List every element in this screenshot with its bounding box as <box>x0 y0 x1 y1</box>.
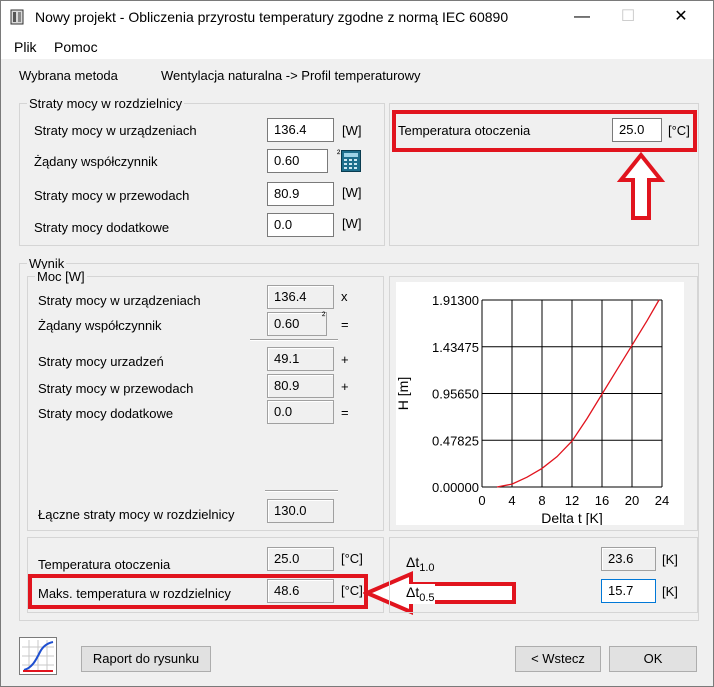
method-value: Wentylacja naturalna -> Profil temperatu… <box>161 68 421 83</box>
dt10-unit: [K] <box>662 552 678 567</box>
y-tick-label: 0.95650 <box>432 387 479 402</box>
chart-toggle-icon[interactable] <box>19 637 57 675</box>
coefficient-superscript: ² <box>337 149 341 160</box>
back-button[interactable]: < Wstecz <box>515 646 601 672</box>
wire-losses-unit: [W] <box>342 185 362 200</box>
y-tick-label: 1.43475 <box>432 340 479 355</box>
result-coefficient-value: 0.60 <box>267 312 327 336</box>
close-button[interactable]: ✕ <box>658 1 704 33</box>
x-tick-label: 12 <box>565 493 579 508</box>
temperature-profile-chart: 0 4 8 12 16 20 24 0.00000 0.47825 0.95650 1.43475 1… <box>395 293 669 526</box>
chart-panel: 0 4 8 12 16 20 24 0.00000 0.47825 0.95650 1.43475 1… <box>395 282 684 526</box>
y-tick-label: 1.91300 <box>432 293 479 308</box>
result-wire-losses-label: Straty mocy w przewodach <box>38 381 194 396</box>
additional-losses-input[interactable]: 0.0 <box>267 213 334 237</box>
ambient-highlight-box <box>392 110 697 152</box>
coefficient-label: Żądany współczynnik <box>34 154 158 169</box>
dt10-label: Δt1.0 <box>406 554 435 574</box>
result-device-power-label: Straty mocy urzadzeń <box>38 354 164 369</box>
x-tick-label: 16 <box>595 493 609 508</box>
result-coefficient-superscript: ² <box>322 311 326 322</box>
losses-group-title: Straty mocy w rozdzielnicy <box>27 96 185 111</box>
total-losses-value: 130.0 <box>267 499 334 523</box>
x-axis-label: Delta t [K] <box>541 510 602 525</box>
title-bar: Nowy projekt - Obliczenia przyrostu temp… <box>1 1 713 33</box>
ambient-value: 25.0 <box>267 547 334 571</box>
calculator-icon[interactable] <box>341 150 361 172</box>
x-tick-label: 0 <box>478 493 485 508</box>
result-device-power-value: 49.1 <box>267 347 334 371</box>
power-group-title: Moc [W] <box>35 269 87 284</box>
x-tick-label: 4 <box>508 493 515 508</box>
y-tick-label: 0.47825 <box>432 433 479 448</box>
ambient-label: Temperatura otoczenia <box>38 557 171 572</box>
dt05-value[interactable]: 15.7 <box>601 579 656 603</box>
result-op-plus-2: + <box>341 379 349 394</box>
menu-plik[interactable]: Plik <box>14 39 37 55</box>
wire-losses-input[interactable]: 80.9 <box>267 182 334 206</box>
separator-2 <box>265 490 338 492</box>
additional-losses-unit: [W] <box>342 216 362 231</box>
ambient-unit: [°C] <box>341 551 363 566</box>
max-temp-highlight-box <box>28 574 368 609</box>
ok-button[interactable]: OK <box>609 646 697 672</box>
menu-pomoc[interactable]: Pomoc <box>54 39 98 55</box>
y-axis-label: H [m] <box>396 377 411 410</box>
dt05-unit: [K] <box>662 584 678 599</box>
method-label: Wybrana metoda <box>19 68 118 83</box>
result-additional-losses-label: Straty mocy dodatkowe <box>38 406 174 421</box>
result-coefficient-label: Żądany współczynnik <box>38 318 162 333</box>
result-op-x: x <box>341 289 348 304</box>
device-losses-unit: [W] <box>342 123 362 138</box>
dialog-window: Nowy projekt - Obliczenia przyrostu temp… <box>0 0 714 687</box>
additional-losses-label: Straty mocy dodatkowe <box>34 220 170 235</box>
result-op-equals-1: = <box>341 317 349 332</box>
wire-losses-label: Straty mocy w przewodach <box>34 188 190 203</box>
result-device-losses-label: Straty mocy w urządzeniach <box>38 293 201 308</box>
total-losses-label: Łączne straty mocy w rozdzielnicy <box>38 507 235 522</box>
minimize-button[interactable]: — <box>559 1 605 33</box>
up-arrow-icon <box>616 152 666 220</box>
result-additional-losses-value: 0.0 <box>267 400 334 424</box>
result-op-equals-2: = <box>341 405 349 420</box>
result-wire-losses-value: 80.9 <box>267 374 334 398</box>
report-button[interactable]: Raport do rysunku <box>81 646 211 672</box>
dt10-value: 23.6 <box>601 547 656 571</box>
device-losses-label: Straty mocy w urządzeniach <box>34 123 197 138</box>
window-title: Nowy projekt - Obliczenia przyrostu temp… <box>35 9 509 25</box>
result-op-plus-1: + <box>341 352 349 367</box>
device-losses-input[interactable]: 136.4 <box>267 118 334 142</box>
x-tick-label: 8 <box>538 493 545 508</box>
app-icon <box>10 9 24 25</box>
menu-bar: Plik Pomoc <box>1 33 713 59</box>
maximize-button[interactable]: ☐ <box>605 1 651 33</box>
x-tick-label: 24 <box>655 493 669 508</box>
separator-1 <box>250 339 338 341</box>
y-tick-label: 0.00000 <box>432 480 479 495</box>
x-tick-label: 20 <box>625 493 639 508</box>
coefficient-input[interactable]: 0.60 <box>267 149 328 173</box>
dt05-label: Δt0.5 <box>406 584 435 604</box>
result-device-losses-value: 136.4 <box>267 285 334 309</box>
